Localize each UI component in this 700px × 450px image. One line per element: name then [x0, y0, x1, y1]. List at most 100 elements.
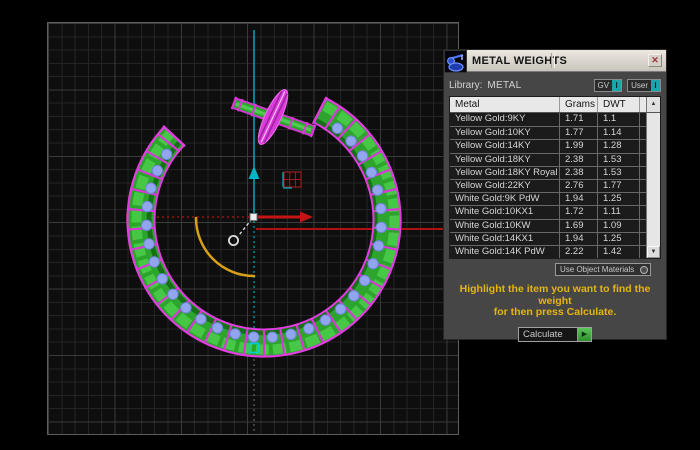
- stone[interactable]: [365, 166, 378, 179]
- cell-metal: White Gold:10KX1: [450, 206, 560, 219]
- cell-dwt: 1.1: [598, 113, 640, 127]
- stone[interactable]: [367, 258, 379, 270]
- stone[interactable]: [167, 288, 179, 300]
- gv-toggle[interactable]: GV I: [593, 78, 623, 92]
- stone[interactable]: [331, 122, 344, 134]
- scroll-up-icon[interactable]: ▲: [646, 97, 660, 112]
- x-axis-arrow[interactable]: [300, 211, 313, 223]
- stone[interactable]: [211, 322, 224, 334]
- table-row[interactable]: Yellow Gold:18KY 2.38 1.53: [450, 152, 646, 166]
- stone[interactable]: [266, 331, 279, 343]
- y-axis-arrow[interactable]: [248, 166, 260, 179]
- stone[interactable]: [141, 200, 153, 213]
- stone[interactable]: [371, 184, 384, 196]
- table-rows: Yellow Gold:9KY 1.71 1.1 Yellow Gold:10KY 1.…: [450, 113, 646, 258]
- table-row[interactable]: Yellow Gold:14KY 1.99 1.28: [450, 139, 646, 153]
- dropdown-circle-icon: [640, 265, 648, 274]
- stone[interactable]: [156, 273, 168, 285]
- stone[interactable]: [180, 302, 192, 314]
- stone[interactable]: [247, 331, 260, 343]
- cell-grams: 1.94: [560, 193, 598, 206]
- cell-dwt: 1.53: [598, 153, 640, 166]
- table-row[interactable]: White Gold:9K PdW 1.94 1.25: [450, 192, 646, 206]
- close-icon[interactable]: ✕: [648, 54, 662, 67]
- instruction-line-1: Highlight the item you want to find the …: [459, 283, 651, 307]
- col-header-grams[interactable]: Grams: [560, 97, 598, 112]
- stone[interactable]: [356, 150, 369, 162]
- table-scrollbar[interactable]: ▲ ▼: [646, 113, 660, 258]
- stone[interactable]: [195, 313, 207, 325]
- stone[interactable]: [160, 148, 173, 160]
- col-header-dwt[interactable]: DWT: [598, 97, 640, 112]
- table-row[interactable]: White Gold:14KX1 1.94 1.25: [450, 231, 646, 245]
- instruction-line-2: for then press Calculate.: [493, 306, 617, 318]
- table-row[interactable]: Yellow Gold:18KY Royal 2.38 1.53: [450, 165, 646, 179]
- stone[interactable]: [319, 314, 332, 326]
- cell-grams: 1.69: [560, 219, 598, 232]
- cell-grams: 2.22: [560, 245, 598, 258]
- stone[interactable]: [334, 303, 347, 315]
- cell-dwt: 1.28: [598, 140, 640, 153]
- calculate-button[interactable]: Calculate ▶: [518, 326, 592, 342]
- cell-metal: White Gold:10KW: [450, 219, 560, 232]
- stone[interactable]: [348, 290, 360, 302]
- cell-metal: Yellow Gold:18KY Royal: [450, 166, 560, 179]
- stone[interactable]: [140, 219, 153, 232]
- stone[interactable]: [345, 135, 357, 147]
- table-row[interactable]: White Gold:14K PdW 2.22 1.42: [450, 244, 646, 258]
- stone[interactable]: [145, 182, 157, 194]
- user-toggle[interactable]: User I: [627, 78, 661, 92]
- stone[interactable]: [148, 256, 160, 268]
- stone[interactable]: [359, 274, 371, 287]
- library-label: Library:: [449, 79, 483, 91]
- calculate-play-icon: ▶: [577, 327, 591, 341]
- cell-grams: 1.99: [560, 140, 598, 153]
- cell-dwt: 1.25: [598, 232, 640, 245]
- scale-icon: [444, 50, 467, 73]
- scroll-down-icon[interactable]: ▼: [647, 246, 660, 258]
- cell-metal: White Gold:14KX1: [450, 232, 560, 245]
- user-toggle-indicator: I: [651, 79, 660, 91]
- table-row[interactable]: Yellow Gold:10KY 1.77 1.14: [450, 126, 646, 140]
- table-widget-icon: [282, 171, 302, 189]
- cell-dwt: 1.42: [598, 245, 640, 258]
- cell-grams: 1.71: [560, 113, 598, 127]
- stone[interactable]: [303, 322, 315, 335]
- cell-grams: 1.72: [560, 206, 598, 219]
- cell-grams: 2.38: [560, 166, 598, 179]
- handle-line: [238, 218, 253, 236]
- cell-metal: Yellow Gold:14KY: [450, 140, 560, 153]
- rotation-handle[interactable]: [227, 234, 239, 246]
- cell-grams: 2.76: [560, 179, 598, 193]
- table-header: Metal Grams DWT ▲: [450, 97, 660, 113]
- cell-grams: 1.94: [560, 232, 598, 245]
- cell-grams: 1.77: [560, 127, 598, 140]
- col-header-metal[interactable]: Metal: [450, 97, 560, 112]
- cell-dwt: 1.11: [598, 206, 640, 219]
- stone[interactable]: [285, 328, 297, 341]
- table-row[interactable]: Yellow Gold:22KY 2.76 1.77: [450, 178, 646, 193]
- table-row[interactable]: White Gold:10KX1 1.72 1.11: [450, 205, 646, 219]
- metal-weights-panel: METAL WEIGHTS ✕ Library: METAL GV I User…: [443, 49, 667, 342]
- cell-grams: 2.38: [560, 153, 598, 166]
- table-row[interactable]: White Gold:10KW 1.69 1.09: [450, 218, 646, 232]
- cell-metal: White Gold:9K PdW: [450, 193, 560, 206]
- user-toggle-label: User: [631, 80, 648, 90]
- object-materials-dropdown[interactable]: Use Object Materials: [555, 263, 651, 276]
- stone[interactable]: [375, 202, 387, 215]
- cell-metal: Yellow Gold:22KY: [450, 179, 560, 193]
- radius-arc: [194, 216, 256, 278]
- library-value: METAL: [487, 79, 522, 91]
- panel-titlebar[interactable]: METAL WEIGHTS ✕: [444, 50, 666, 73]
- origin-marker[interactable]: [249, 213, 258, 221]
- stone[interactable]: [372, 240, 385, 252]
- stone[interactable]: [375, 221, 387, 233]
- dropdown-value: Use Object Materials: [560, 265, 635, 274]
- metals-table: Metal Grams DWT ▲ Yellow Gold:9KY 1.71 1.1…: [449, 96, 661, 259]
- table-row[interactable]: Yellow Gold:9KY 1.71 1.1: [450, 113, 646, 127]
- stone[interactable]: [229, 328, 241, 340]
- stone[interactable]: [143, 238, 155, 250]
- cell-dwt: 1.09: [598, 219, 640, 232]
- cell-metal: Yellow Gold:9KY: [450, 113, 560, 127]
- stone[interactable]: [151, 164, 164, 177]
